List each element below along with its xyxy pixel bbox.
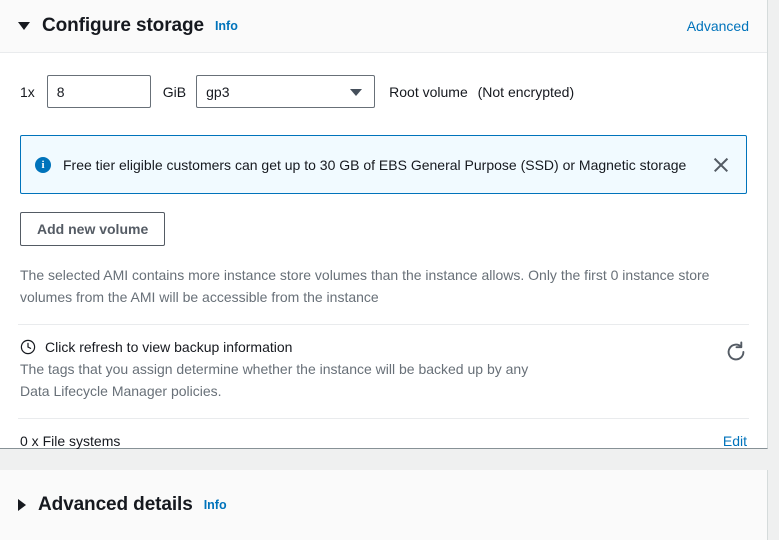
file-systems-edit-link[interactable]: Edit <box>723 433 747 449</box>
storage-info-link[interactable]: Info <box>215 19 238 33</box>
backup-information-section: Click refresh to view backup information… <box>0 325 767 416</box>
info-circle-icon: i <box>35 156 51 173</box>
root-volume-label: Root volume (Not encrypted) <box>389 84 574 100</box>
refresh-icon[interactable] <box>723 339 749 365</box>
backup-description-line1: The tags that you assign determine wheth… <box>20 361 529 377</box>
volume-size-unit: GiB <box>162 83 187 100</box>
add-volume-row: Add new volume <box>0 194 767 246</box>
advanced-link[interactable]: Advanced <box>687 18 749 34</box>
volume-type-value: gp3 <box>206 83 230 100</box>
chevron-down-icon <box>350 88 363 96</box>
backup-heading-row: Click refresh to view backup information <box>20 339 707 355</box>
free-tier-alert-text: Free tier eligible customers can get up … <box>63 156 687 173</box>
clock-icon <box>20 339 36 355</box>
add-new-volume-button[interactable]: Add new volume <box>20 212 166 246</box>
advanced-details-header[interactable]: Advanced details Info <box>0 470 767 540</box>
file-systems-row: 0 x File systems Edit <box>0 419 767 449</box>
volume-multiplier: 1x <box>20 83 35 100</box>
configure-storage-card: Configure storage Info Advanced 1x GiB g… <box>0 0 768 449</box>
backup-description-line2: Data Lifecycle Manager policies. <box>20 383 222 399</box>
encryption-status: (Not encrypted) <box>477 83 575 100</box>
instance-store-note: The selected AMI contains more instance … <box>20 267 710 305</box>
backup-heading-text: Click refresh to view backup information <box>45 339 293 355</box>
page-title: Configure storage <box>42 15 204 36</box>
close-icon[interactable] <box>710 154 732 176</box>
configure-storage-header[interactable]: Configure storage Info Advanced <box>0 0 767 53</box>
volume-size-input[interactable] <box>46 75 151 108</box>
volume-type-select[interactable]: gp3 <box>196 75 376 108</box>
launch-instance-storage-panel: Configure storage Info Advanced 1x GiB g… <box>0 0 779 540</box>
advanced-details-card: Advanced details Info <box>0 470 768 540</box>
root-volume-row: 1x GiB gp3 Root volume (Not encrypted) <box>0 53 767 108</box>
caret-right-icon[interactable] <box>18 499 26 511</box>
caret-down-icon[interactable] <box>18 22 30 30</box>
advanced-details-title: Advanced details <box>38 494 193 515</box>
free-tier-alert: i Free tier eligible customers can get u… <box>20 135 747 194</box>
file-systems-label: 0 x File systems <box>20 433 121 449</box>
advanced-details-info-link[interactable]: Info <box>204 498 227 512</box>
root-volume-text: Root volume <box>389 83 468 100</box>
